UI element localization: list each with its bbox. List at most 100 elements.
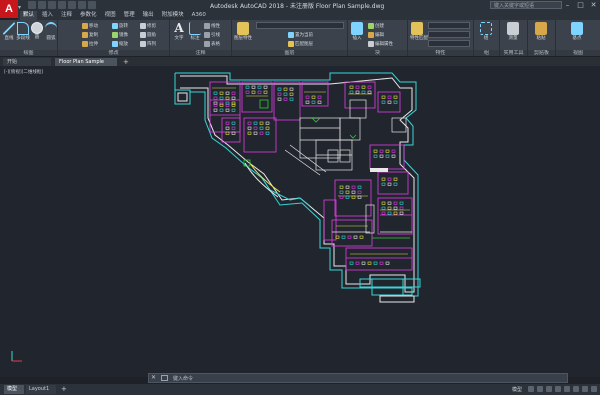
workstation-desk xyxy=(311,95,316,99)
edit-attributes-button[interactable]: 编辑属性 xyxy=(368,40,393,47)
new-tab-icon[interactable]: + xyxy=(119,58,129,66)
draw-panel-label[interactable]: 绘图 xyxy=(0,50,57,56)
layer-properties-button[interactable]: 图层特性 xyxy=(234,22,252,41)
set-current-button[interactable]: 置为当前 xyxy=(288,31,313,38)
save-icon[interactable] xyxy=(48,1,56,9)
tab-manage[interactable]: 管理 xyxy=(121,11,138,20)
linetype-dropdown[interactable] xyxy=(428,31,470,38)
match-layer-button[interactable]: 匹配图层 xyxy=(288,40,313,47)
layers-panel-label[interactable]: 图层 xyxy=(232,50,347,56)
scale-button[interactable]: 缩放 xyxy=(112,40,128,47)
snap-icon[interactable] xyxy=(537,386,543,392)
properties-panel-label[interactable]: 特性 xyxy=(408,50,473,56)
polar-icon[interactable] xyxy=(555,386,561,392)
application-menu-button[interactable]: A xyxy=(0,0,18,18)
arc-tool-button[interactable]: 圆弧 xyxy=(44,22,58,41)
chevron-down-icon[interactable]: ▾ xyxy=(18,4,21,11)
workstation-desk xyxy=(277,97,282,101)
tab-annotate[interactable]: 注释 xyxy=(58,11,75,20)
undo-icon[interactable] xyxy=(78,1,86,9)
trim-button[interactable]: 修剪 xyxy=(140,22,156,29)
tab-insert[interactable]: 插入 xyxy=(39,11,56,20)
clipboard-panel-label[interactable]: 剪贴板 xyxy=(528,50,555,56)
room-tag xyxy=(370,168,388,172)
osnap-icon[interactable] xyxy=(564,386,570,392)
rotate-button[interactable]: 旋转 xyxy=(112,22,128,29)
polyline-tool-button[interactable]: 多段线 xyxy=(16,22,30,41)
modify-panel-label[interactable]: 修改 xyxy=(58,50,169,56)
tab-a360[interactable]: A360 xyxy=(189,11,209,20)
ortho-icon[interactable] xyxy=(546,386,552,392)
tab-addins[interactable]: 附加模块 xyxy=(159,11,187,20)
create-block-button[interactable]: 创建 xyxy=(368,22,384,29)
command-line[interactable]: ✕ 键入命令 xyxy=(148,373,568,383)
workstation-desk xyxy=(259,126,264,130)
grid-icon[interactable] xyxy=(528,386,534,392)
command-prompt-icon[interactable] xyxy=(161,375,168,381)
redo-icon[interactable] xyxy=(88,1,96,9)
tab-model[interactable]: 模型 xyxy=(4,385,24,394)
leader-button[interactable]: 引线 xyxy=(204,31,220,38)
viewport-controls[interactable]: [-][俯视][二维线框] xyxy=(4,69,43,75)
workstation-desk xyxy=(283,97,288,101)
search-input[interactable]: 键入关键字或短语 xyxy=(490,1,562,9)
array-button[interactable]: 阵列 xyxy=(140,40,156,47)
open-file-icon[interactable] xyxy=(38,1,46,9)
annotation-panel-label[interactable]: 注释 xyxy=(170,50,231,56)
dimension-tool-button[interactable]: 标注 xyxy=(188,22,202,41)
paste-button[interactable]: 粘贴 xyxy=(534,22,548,41)
lineweight-dropdown[interactable] xyxy=(428,40,470,47)
insert-block-button[interactable]: 插入 xyxy=(350,22,364,41)
workstation-desk xyxy=(351,185,356,189)
minimize-icon[interactable]: – xyxy=(563,1,572,9)
tab-layout1[interactable]: Layout1 xyxy=(26,385,56,394)
new-file-icon[interactable] xyxy=(28,1,36,9)
workspace-icon[interactable] xyxy=(582,386,588,392)
window-controls: – □ ✕ xyxy=(563,1,598,9)
linear-dim-button[interactable]: 线性 xyxy=(204,22,220,29)
workstation-desk xyxy=(353,235,358,239)
command-input[interactable]: 键入命令 xyxy=(173,375,193,382)
measure-button[interactable]: 测量 xyxy=(506,22,520,41)
group-button[interactable]: 组 xyxy=(479,22,493,41)
move-button[interactable]: 移动 xyxy=(82,22,98,29)
quick-access-toolbar xyxy=(28,1,96,10)
add-layout-icon[interactable]: + xyxy=(58,385,68,394)
tab-parametric[interactable]: 参数化 xyxy=(77,11,100,20)
maximize-icon[interactable]: □ xyxy=(576,1,585,9)
close-command-line-icon[interactable]: ✕ xyxy=(151,374,156,381)
workstation-desk xyxy=(387,100,392,104)
color-dropdown[interactable] xyxy=(428,22,470,29)
copy-button[interactable]: 复制 xyxy=(82,31,98,38)
print-icon[interactable] xyxy=(68,1,76,9)
block-panel-label[interactable]: 块 xyxy=(348,50,407,56)
match-properties-button[interactable]: 特性匹配 xyxy=(410,22,428,41)
annotation-scale-icon[interactable] xyxy=(573,386,579,392)
drawing-canvas[interactable]: [-][俯视][二维线框] xyxy=(0,66,600,377)
tab-default[interactable]: 默认 xyxy=(20,11,38,20)
model-space-toggle[interactable]: 模型 xyxy=(512,386,522,393)
save-as-icon[interactable] xyxy=(58,1,66,9)
tab-output[interactable]: 输出 xyxy=(140,11,157,20)
groups-panel-label[interactable]: 组 xyxy=(474,50,499,56)
fillet-button[interactable]: 圆角 xyxy=(140,31,156,38)
diag-wall xyxy=(289,144,327,173)
mirror-button[interactable]: 镜像 xyxy=(112,31,128,38)
edit-block-button[interactable]: 编辑 xyxy=(368,31,384,38)
layer-dropdown[interactable] xyxy=(256,22,344,29)
utilities-panel-label[interactable]: 实用工具 xyxy=(500,50,527,56)
tab-floor-plan-sample[interactable]: Floor Plan Sample xyxy=(55,58,117,66)
customize-icon[interactable] xyxy=(591,386,597,392)
close-icon[interactable]: ✕ xyxy=(589,1,598,9)
line-tool-button[interactable]: 直线 xyxy=(2,22,16,41)
circle-tool-button[interactable]: 圆 xyxy=(30,22,44,40)
tab-start[interactable]: 开始 xyxy=(3,58,51,66)
text-tool-button[interactable]: A 文字 xyxy=(172,22,186,42)
table-button[interactable]: 表格 xyxy=(204,40,220,47)
workstation-desk xyxy=(305,95,310,99)
view-panel-label[interactable]: 视图 xyxy=(556,50,600,56)
workstation-desk xyxy=(373,149,378,153)
stretch-button[interactable]: 拉伸 xyxy=(82,40,98,47)
tab-view[interactable]: 视图 xyxy=(102,11,119,20)
base-point-button[interactable]: 基点 xyxy=(570,22,584,41)
